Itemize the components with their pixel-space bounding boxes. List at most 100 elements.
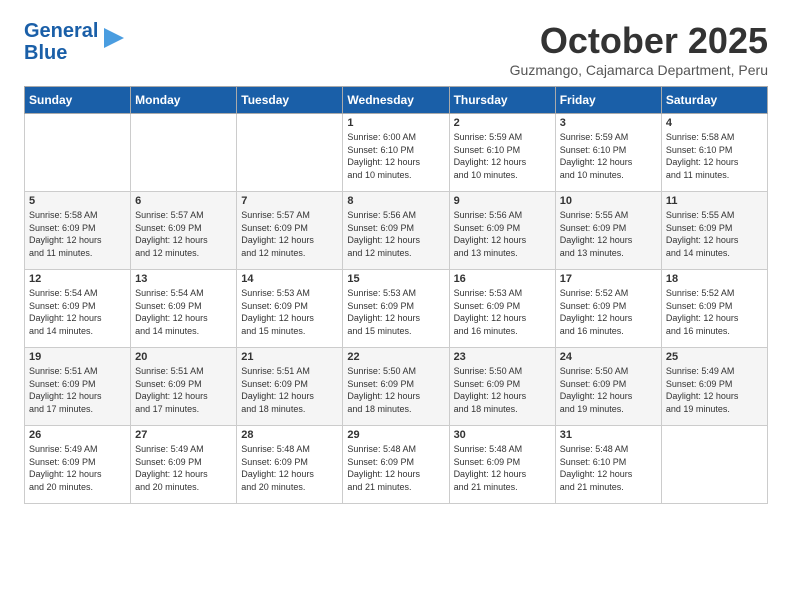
day-number: 1 (347, 117, 444, 129)
day-info: Sunrise: 5:48 AM Sunset: 6:09 PM Dayligh… (241, 443, 338, 493)
day-info: Sunrise: 5:49 AM Sunset: 6:09 PM Dayligh… (29, 443, 126, 493)
day-number: 18 (666, 273, 763, 285)
day-number: 21 (241, 351, 338, 363)
day-info: Sunrise: 5:50 AM Sunset: 6:09 PM Dayligh… (560, 365, 657, 415)
day-info: Sunrise: 5:53 AM Sunset: 6:09 PM Dayligh… (241, 287, 338, 337)
calendar-cell: 20Sunrise: 5:51 AM Sunset: 6:09 PM Dayli… (131, 348, 237, 426)
day-info: Sunrise: 5:48 AM Sunset: 6:10 PM Dayligh… (560, 443, 657, 493)
calendar-week-row: 5 Sunrise: 5:58 AM Sunset: 6:09 PM Daylig… (25, 192, 768, 270)
page-header: GeneralBlue October 2025 Guzmango, Cajam… (24, 20, 768, 78)
calendar-cell: 8 Sunrise: 5:56 AM Sunset: 6:09 PM Daylig… (343, 192, 449, 270)
day-info: Sunrise: 5:59 AM Sunset: 6:10 PM Dayligh… (454, 131, 551, 181)
day-info: Sunrise: 5:50 AM Sunset: 6:09 PM Dayligh… (454, 365, 551, 415)
day-info: Sunrise: 5:51 AM Sunset: 6:09 PM Dayligh… (241, 365, 338, 415)
logo-text: GeneralBlue (24, 20, 98, 64)
month-title: October 2025 (510, 20, 768, 62)
calendar-cell: 25 Sunrise: 5:49 AM Sunset: 6:09 PM Dayli… (661, 348, 767, 426)
calendar-cell: 7 Sunrise: 5:57 AM Sunset: 6:09 PM Daylig… (237, 192, 343, 270)
calendar-cell (25, 114, 131, 192)
day-info: Sunrise: 5:51 AM Sunset: 6:09 PM Dayligh… (29, 365, 126, 415)
calendar-cell: 3 Sunrise: 5:59 AM Sunset: 6:10 PM Daylig… (555, 114, 661, 192)
day-info: Sunrise: 5:48 AM Sunset: 6:09 PM Dayligh… (347, 443, 444, 493)
day-number: 7 (241, 195, 338, 207)
calendar-week-row: 26 Sunrise: 5:49 AM Sunset: 6:09 PM Dayli… (25, 426, 768, 504)
day-info: Sunrise: 5:48 AM Sunset: 6:09 PM Dayligh… (454, 443, 551, 493)
day-number: 28 (241, 429, 338, 441)
calendar-cell: 16Sunrise: 5:53 AM Sunset: 6:09 PM Dayli… (449, 270, 555, 348)
calendar-header-friday: Friday (555, 87, 661, 114)
day-number: 29 (347, 429, 444, 441)
day-info: Sunrise: 5:51 AM Sunset: 6:09 PM Dayligh… (135, 365, 232, 415)
day-info: Sunrise: 5:52 AM Sunset: 6:09 PM Dayligh… (666, 287, 763, 337)
day-number: 4 (666, 117, 763, 129)
location-subtitle: Guzmango, Cajamarca Department, Peru (510, 62, 768, 78)
calendar-cell: 21 Sunrise: 5:51 AM Sunset: 6:09 PM Dayli… (237, 348, 343, 426)
day-number: 5 (29, 195, 126, 207)
calendar-cell: 6Sunrise: 5:57 AM Sunset: 6:09 PM Daylig… (131, 192, 237, 270)
calendar-cell: 2 Sunrise: 5:59 AM Sunset: 6:10 PM Daylig… (449, 114, 555, 192)
day-number: 8 (347, 195, 444, 207)
day-number: 30 (454, 429, 551, 441)
day-info: Sunrise: 5:56 AM Sunset: 6:09 PM Dayligh… (454, 209, 551, 259)
calendar-cell: 24 Sunrise: 5:50 AM Sunset: 6:09 PM Dayli… (555, 348, 661, 426)
calendar-cell: 31 Sunrise: 5:48 AM Sunset: 6:10 PM Dayli… (555, 426, 661, 504)
calendar-cell: 5 Sunrise: 5:58 AM Sunset: 6:09 PM Daylig… (25, 192, 131, 270)
day-number: 2 (454, 117, 551, 129)
day-info: Sunrise: 5:55 AM Sunset: 6:09 PM Dayligh… (666, 209, 763, 259)
day-number: 10 (560, 195, 657, 207)
day-info: Sunrise: 5:52 AM Sunset: 6:09 PM Dayligh… (560, 287, 657, 337)
calendar-cell: 18 Sunrise: 5:52 AM Sunset: 6:09 PM Dayli… (661, 270, 767, 348)
day-info: Sunrise: 5:58 AM Sunset: 6:10 PM Dayligh… (666, 131, 763, 181)
calendar-cell: 28 Sunrise: 5:48 AM Sunset: 6:09 PM Dayli… (237, 426, 343, 504)
calendar-cell: 22 Sunrise: 5:50 AM Sunset: 6:09 PM Dayli… (343, 348, 449, 426)
calendar-cell: 19 Sunrise: 5:51 AM Sunset: 6:09 PM Dayli… (25, 348, 131, 426)
day-number: 14 (241, 273, 338, 285)
day-number: 19 (29, 351, 126, 363)
day-info: Sunrise: 5:54 AM Sunset: 6:09 PM Dayligh… (135, 287, 232, 337)
calendar-cell: 4 Sunrise: 5:58 AM Sunset: 6:10 PM Daylig… (661, 114, 767, 192)
calendar-cell: 9 Sunrise: 5:56 AM Sunset: 6:09 PM Daylig… (449, 192, 555, 270)
day-number: 26 (29, 429, 126, 441)
calendar-week-row: 1 Sunrise: 6:00 AM Sunset: 6:10 PM Daylig… (25, 114, 768, 192)
calendar-cell: 29 Sunrise: 5:48 AM Sunset: 6:09 PM Dayli… (343, 426, 449, 504)
day-info: Sunrise: 5:56 AM Sunset: 6:09 PM Dayligh… (347, 209, 444, 259)
logo-icon (100, 24, 128, 52)
calendar-week-row: 19 Sunrise: 5:51 AM Sunset: 6:09 PM Dayli… (25, 348, 768, 426)
day-number: 23 (454, 351, 551, 363)
day-number: 13 (135, 273, 232, 285)
calendar-cell: 10Sunrise: 5:55 AM Sunset: 6:09 PM Dayli… (555, 192, 661, 270)
calendar-cell: 17Sunrise: 5:52 AM Sunset: 6:09 PM Dayli… (555, 270, 661, 348)
day-info: Sunrise: 5:57 AM Sunset: 6:09 PM Dayligh… (241, 209, 338, 259)
day-number: 9 (454, 195, 551, 207)
logo: GeneralBlue (24, 20, 128, 64)
day-info: Sunrise: 5:53 AM Sunset: 6:09 PM Dayligh… (347, 287, 444, 337)
day-number: 31 (560, 429, 657, 441)
calendar-week-row: 12 Sunrise: 5:54 AM Sunset: 6:09 PM Dayli… (25, 270, 768, 348)
calendar-cell: 13 Sunrise: 5:54 AM Sunset: 6:09 PM Dayli… (131, 270, 237, 348)
day-info: Sunrise: 5:53 AM Sunset: 6:09 PM Dayligh… (454, 287, 551, 337)
day-info: Sunrise: 5:54 AM Sunset: 6:09 PM Dayligh… (29, 287, 126, 337)
calendar-cell: 27Sunrise: 5:49 AM Sunset: 6:09 PM Dayli… (131, 426, 237, 504)
day-info: Sunrise: 5:49 AM Sunset: 6:09 PM Dayligh… (135, 443, 232, 493)
day-number: 12 (29, 273, 126, 285)
day-number: 25 (666, 351, 763, 363)
calendar-cell: 26 Sunrise: 5:49 AM Sunset: 6:09 PM Dayli… (25, 426, 131, 504)
calendar-header-tuesday: Tuesday (237, 87, 343, 114)
calendar-header-sunday: Sunday (25, 87, 131, 114)
title-area: October 2025 Guzmango, Cajamarca Departm… (510, 20, 768, 78)
day-info: Sunrise: 5:59 AM Sunset: 6:10 PM Dayligh… (560, 131, 657, 181)
day-number: 15 (347, 273, 444, 285)
day-info: Sunrise: 5:50 AM Sunset: 6:09 PM Dayligh… (347, 365, 444, 415)
calendar-header-thursday: Thursday (449, 87, 555, 114)
calendar-cell: 11Sunrise: 5:55 AM Sunset: 6:09 PM Dayli… (661, 192, 767, 270)
day-number: 24 (560, 351, 657, 363)
day-info: Sunrise: 6:00 AM Sunset: 6:10 PM Dayligh… (347, 131, 444, 181)
day-number: 3 (560, 117, 657, 129)
calendar-header-wednesday: Wednesday (343, 87, 449, 114)
day-info: Sunrise: 5:58 AM Sunset: 6:09 PM Dayligh… (29, 209, 126, 259)
calendar-cell: 15 Sunrise: 5:53 AM Sunset: 6:09 PM Dayli… (343, 270, 449, 348)
calendar-cell: 30 Sunrise: 5:48 AM Sunset: 6:09 PM Dayli… (449, 426, 555, 504)
calendar-table: SundayMondayTuesdayWednesdayThursdayFrid… (24, 86, 768, 504)
day-number: 22 (347, 351, 444, 363)
day-info: Sunrise: 5:49 AM Sunset: 6:09 PM Dayligh… (666, 365, 763, 415)
